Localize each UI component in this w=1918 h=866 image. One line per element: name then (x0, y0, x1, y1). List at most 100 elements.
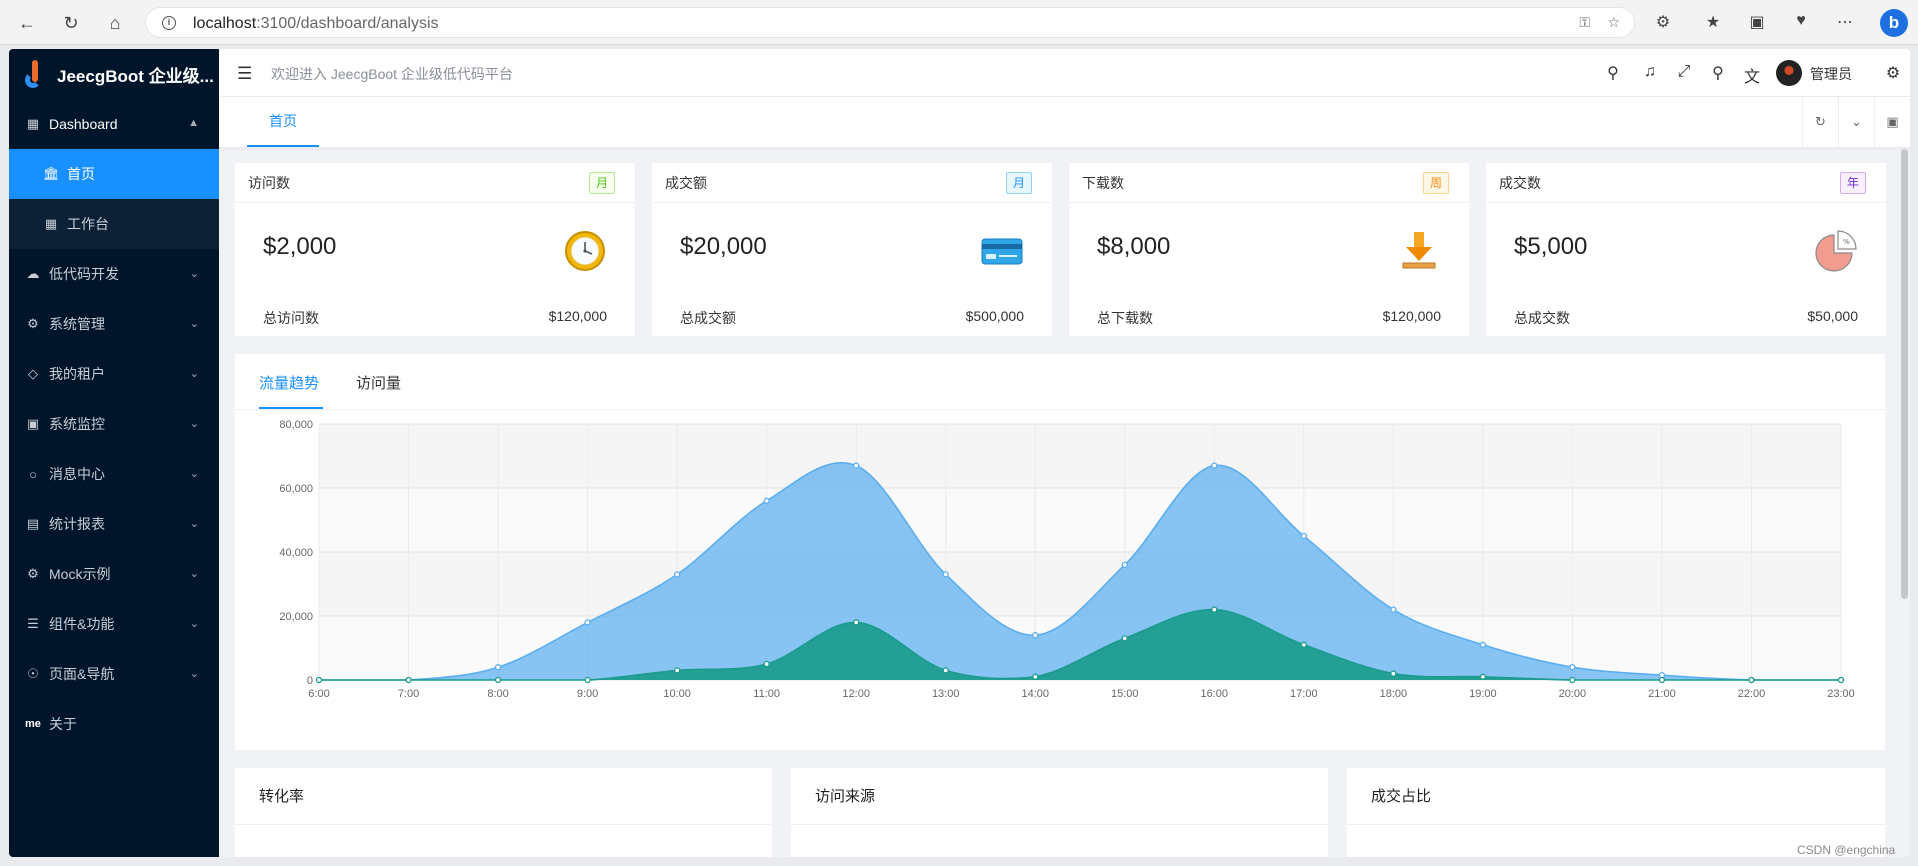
stat-card-header: 成交数 年 (1486, 163, 1886, 203)
browser-essentials-icon[interactable]: ♥ (1790, 12, 1812, 30)
app-title: JeecgBoot 企业级... (57, 66, 214, 86)
chevron-down-icon[interactable]: ⌄ (1838, 97, 1874, 147)
data-point (1121, 561, 1128, 568)
traffic-area-chart[interactable]: 0 20,000 40,000 60,000 80,000 6:00 7:00 8:00 9:0… (235, 410, 1885, 730)
jeecg-logo-icon (23, 60, 45, 88)
x-tick-label: 22:00 (1738, 688, 1766, 700)
data-point (1032, 673, 1039, 680)
data-point (763, 660, 770, 668)
sidebar-item-report[interactable]: ▤ 统计报表 ⌄ (9, 499, 219, 549)
stat-title: 成交额 (665, 174, 707, 191)
svg-text:%: % (1843, 238, 1850, 246)
stat-card-visits: 访问数 月 $2,000 总访问数 $120,000 (235, 163, 635, 336)
data-point (315, 676, 323, 684)
x-tick-label: 13:00 (932, 688, 960, 700)
dashboard-icon: ▦ (26, 116, 40, 131)
message-icon: ○ (29, 466, 37, 482)
bell-icon[interactable]: ♫ (1640, 63, 1660, 81)
sidebar-item-tenant[interactable]: ◇ 我的租户 ⌄ (9, 349, 219, 399)
active-tab-indicator (259, 407, 323, 409)
data-point (1300, 641, 1307, 648)
visit-source-card: 访问来源 (791, 768, 1328, 857)
y-tick-label: 0 (307, 675, 313, 687)
refresh-icon[interactable]: ↻ (58, 10, 84, 36)
data-point (1300, 532, 1307, 540)
avatar[interactable] (1776, 60, 1802, 86)
bing-icon[interactable]: b (1880, 9, 1908, 37)
data-point (1121, 635, 1128, 642)
period-tag: 周 (1422, 171, 1449, 194)
sidebar: JeecgBoot 企业级... ▦ Dashboard ▲ 🏛 首页 ▦ 工作… (9, 49, 219, 857)
grid-band (319, 488, 1841, 552)
dashboard-submenu: 🏛 首页 ▦ 工作台 (9, 149, 219, 249)
refresh-tab-icon[interactable]: ↻ (1802, 97, 1838, 147)
translate-icon[interactable]: 文 (1742, 63, 1762, 87)
data-point (1569, 676, 1576, 684)
grid-band (319, 424, 1841, 488)
search-icon[interactable]: ⚲ (1603, 63, 1623, 83)
data-point (1390, 606, 1397, 613)
user-name[interactable]: 管理员 (1810, 64, 1852, 84)
data-point (1837, 676, 1845, 684)
collections-icon[interactable]: ▣ (1746, 12, 1768, 32)
chevron-down-icon: ⌄ (189, 268, 199, 280)
data-point (1569, 664, 1576, 671)
favorites-icon[interactable]: ★ (1702, 12, 1724, 32)
app-window: JeecgBoot 企业级... ▦ Dashboard ▲ 🏛 首页 ▦ 工作… (9, 49, 1910, 857)
fullscreen-icon[interactable]: ⤢ (1674, 63, 1694, 81)
extensions-icon[interactable]: ⚙ (1652, 12, 1674, 32)
sidebar-item-message[interactable]: ○ 消息中心 ⌄ (9, 449, 219, 499)
sidebar-item-monitor[interactable]: ▣ 系统监控 ⌄ (9, 399, 219, 449)
chart-tabs: 流量趋势 访问量 (235, 354, 1885, 410)
sidebar-item-label: 工作台 (67, 216, 109, 232)
stat-footer-value: $120,000 (548, 308, 607, 324)
diamond-icon: ◇ (28, 366, 38, 381)
favorite-add-icon[interactable]: ☆ (1607, 14, 1620, 31)
stat-footer-label: 总访问数 (263, 310, 319, 326)
pie-chart-icon: % (1815, 230, 1857, 272)
tab-home[interactable]: 首页 (247, 97, 319, 147)
tab-visits[interactable]: 访问量 (356, 372, 401, 393)
more-icon[interactable]: ⋯ (1834, 12, 1856, 32)
y-tick-label: 20,000 (279, 611, 313, 623)
scrollbar[interactable] (1901, 149, 1908, 599)
sidebar-item-dashboard[interactable]: ▦ Dashboard ▲ (9, 99, 219, 149)
sidebar-item-home[interactable]: 🏛 首页 (9, 149, 219, 199)
address-bar[interactable]: i localhost:3100/dashboard/analysis ⚿ ☆ (145, 7, 1635, 38)
card-title: 成交占比 (1347, 768, 1885, 825)
x-tick-label: 9:00 (577, 688, 598, 700)
data-point (1211, 606, 1218, 613)
card-title: 转化率 (235, 768, 772, 825)
sidebar-item-label: Dashboard (49, 116, 118, 132)
data-point (1479, 641, 1487, 648)
stat-card-deals: 成交数 年 $5,000 % 总成交数 $50,000 (1486, 163, 1886, 336)
expand-icon[interactable]: ▣ (1874, 97, 1910, 147)
settings-icon[interactable]: ⚙ (1883, 63, 1903, 83)
sidebar-item-lowcode[interactable]: ☁ 低代码开发 ⌄ (9, 249, 219, 299)
sidebar-item-mock[interactable]: ⚙ Mock示例 ⌄ (9, 549, 219, 599)
sidebar-item-about[interactable]: me 关于 (9, 699, 219, 749)
key-icon[interactable]: ⚿ (1579, 14, 1590, 31)
credit-card-icon (981, 238, 1023, 265)
menu-fold-icon[interactable]: ☰ (237, 64, 252, 84)
sidebar-item-workbench[interactable]: ▦ 工作台 (9, 199, 219, 249)
home-icon[interactable]: ⌂ (102, 10, 128, 36)
grid-icon: ▦ (44, 216, 58, 231)
browser-toolbar: ← ↻ ⌂ i localhost:3100/dashboard/analysi… (0, 0, 1918, 45)
y-tick-label: 80,000 (279, 419, 313, 431)
sidebar-item-label: 系统监控 (49, 416, 105, 432)
x-tick-label: 17:00 (1290, 688, 1318, 700)
tab-traffic-trend[interactable]: 流量趋势 (259, 372, 319, 393)
sidebar-item-system[interactable]: ⚙ 系统管理 ⌄ (9, 299, 219, 349)
x-tick-label: 16:00 (1201, 688, 1229, 700)
watermark: CSDN @engchina (1797, 843, 1896, 857)
logo[interactable]: JeecgBoot 企业级... (9, 49, 219, 99)
chevron-down-icon: ⌄ (189, 368, 199, 380)
lock-icon[interactable]: ⚲ (1708, 63, 1728, 83)
sidebar-item-pages[interactable]: ☉ 页面&导航 ⌄ (9, 649, 219, 699)
sidebar-item-components[interactable]: ☰ 组件&功能 ⌄ (9, 599, 219, 649)
back-icon[interactable]: ← (14, 10, 40, 36)
about-mark-icon: me (25, 718, 41, 730)
info-icon[interactable]: i (162, 16, 176, 30)
chevron-down-icon: ⌄ (189, 568, 199, 580)
